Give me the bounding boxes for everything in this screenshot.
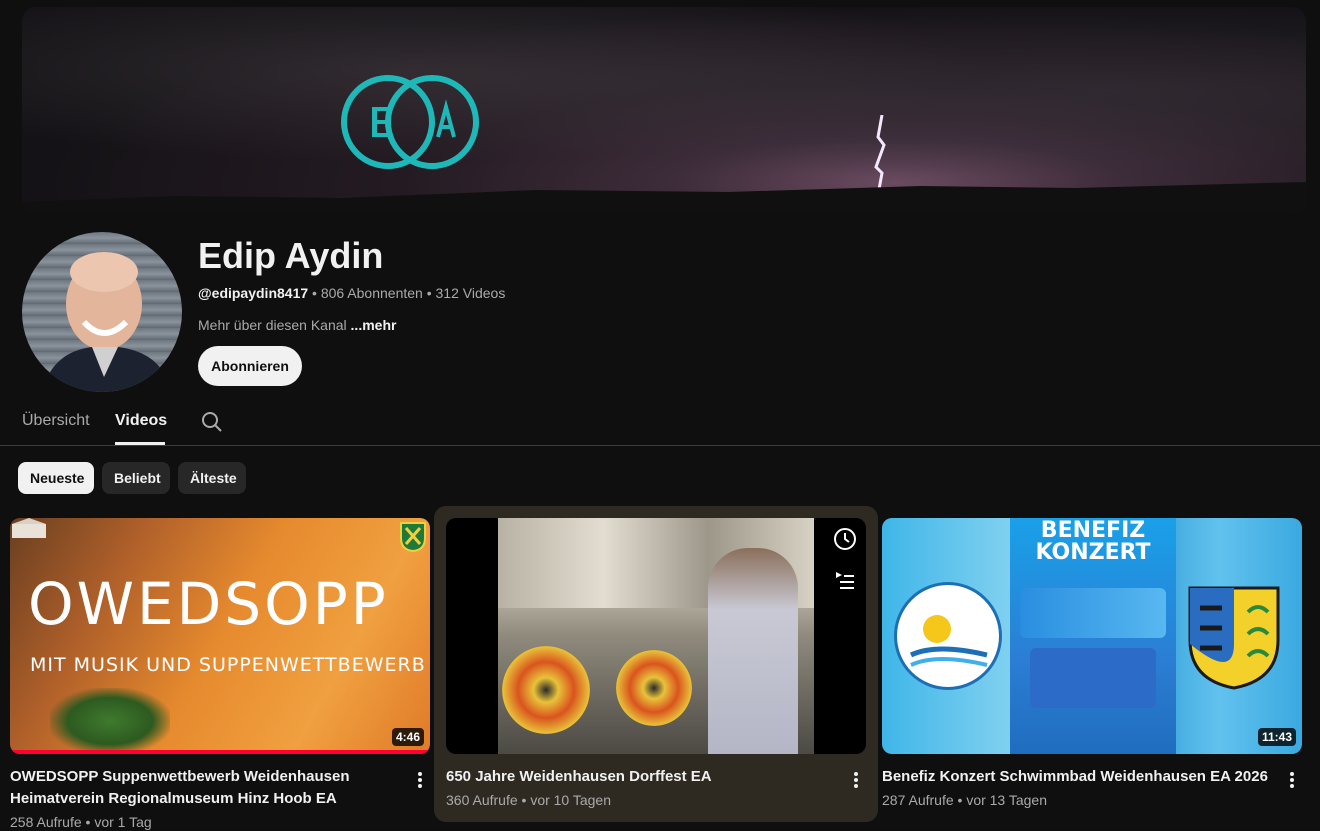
poster-pool — [1030, 648, 1156, 708]
chip-popular[interactable]: Beliebt — [102, 462, 170, 494]
channel-name: Edip Aydin — [198, 235, 384, 276]
subscribe-button[interactable]: Abonnieren — [198, 346, 302, 386]
meta-separator: • — [426, 285, 432, 301]
avatar-person-icon — [42, 252, 172, 392]
thumb-title-text: OWEDSOPP — [28, 570, 389, 638]
channel-avatar[interactable] — [22, 232, 182, 392]
video-title[interactable]: 650 Jahre Weidenhausen Dorffest EA — [446, 766, 836, 788]
channel-banner — [22, 7, 1306, 214]
chip-newest[interactable]: Neueste — [18, 462, 94, 494]
video-thumbnail[interactable]: BENEFIZ KONZERT 11:43 — [882, 518, 1302, 754]
video-stats: 258 Aufrufe • vor 1 Tag — [10, 814, 152, 830]
subscriber-count: 806 Abonnenten — [320, 285, 423, 301]
thumb-subtitle-text: MIT MUSIK UND SUPPENWETTBEWERB — [30, 654, 426, 676]
view-count: 258 Aufrufe — [10, 814, 82, 830]
crest-icon — [400, 522, 426, 552]
swim-club-logo — [894, 582, 1002, 690]
channel-meta: @edipaydin8417 • 806 Abonnenten • 312 Vi… — [198, 285, 505, 301]
video-stats: 287 Aufrufe • vor 13 Tagen — [882, 792, 1047, 808]
concert-poster: BENEFIZ KONZERT — [1010, 518, 1176, 754]
tab-videos[interactable]: Videos — [115, 412, 167, 430]
video-thumbnail[interactable] — [446, 518, 866, 754]
thumb-man — [708, 548, 798, 754]
about-more-link[interactable]: ...mehr — [351, 317, 397, 333]
upload-age: vor 13 Tagen — [966, 792, 1048, 808]
video-thumbnail[interactable]: OWEDSOPP MIT MUSIK UND SUPPENWETTBEWERB … — [10, 518, 430, 754]
chip-oldest[interactable]: Älteste — [178, 462, 246, 494]
more-options-icon[interactable] — [412, 770, 428, 790]
poster-title-line: BENEFIZ — [1040, 518, 1146, 543]
more-options-icon[interactable] — [848, 770, 864, 790]
stats-separator: • — [85, 814, 91, 830]
video-title-line: 650 Jahre Weidenhausen Dorffest EA — [446, 768, 712, 785]
poster-title-line: KONZERT — [1035, 540, 1151, 565]
channel-handle: @edipaydin8417 — [198, 285, 309, 301]
view-count: 360 Aufrufe — [446, 792, 518, 808]
channel-about[interactable]: Mehr über diesen Kanal ...mehr — [198, 317, 396, 333]
video-title[interactable]: OWEDSOPP Suppenwettbewerb Weidenhausen H… — [10, 766, 400, 810]
active-tab-indicator — [115, 442, 165, 445]
lightning-icon — [874, 115, 886, 195]
thumb-herbs — [50, 688, 170, 754]
video-title-line: Heimatverein Regionalmuseum Hinz Hoob EA — [10, 790, 337, 807]
channel-tabs: Übersicht Videos — [0, 400, 1320, 446]
stats-separator: • — [521, 792, 527, 808]
video-title[interactable]: Benefiz Konzert Schwimmbad Weidenhausen … — [882, 766, 1272, 788]
watch-later-icon[interactable] — [834, 528, 856, 550]
more-options-icon[interactable] — [1284, 770, 1300, 790]
about-text: Mehr über diesen Kanal — [198, 317, 347, 333]
watch-progress-bar — [10, 750, 430, 754]
tab-overview[interactable]: Übersicht — [22, 412, 90, 430]
upload-age: vor 1 Tag — [94, 814, 152, 830]
video-duration: 11:43 — [1257, 728, 1296, 746]
video-count: 312 Videos — [435, 285, 506, 301]
search-icon[interactable] — [200, 410, 224, 434]
video-stats: 360 Aufrufe • vor 10 Tagen — [446, 792, 611, 808]
add-to-queue-icon[interactable] — [836, 572, 854, 589]
thumb-wheel-right — [616, 650, 692, 726]
poster-band — [1020, 588, 1166, 638]
channel-logo-icon — [341, 75, 479, 169]
thumb-wheel-left — [502, 646, 590, 734]
museum-logo-icon — [12, 518, 46, 538]
video-title-line: OWEDSOPP Suppenwettbewerb Weidenhausen — [10, 768, 350, 785]
video-duration: 4:46 — [391, 728, 424, 746]
sun-icon — [909, 615, 988, 667]
hover-action-icons — [834, 528, 856, 589]
meta-separator: • — [312, 285, 317, 301]
poster-title: BENEFIZ KONZERT — [1010, 520, 1176, 564]
upload-age: vor 10 Tagen — [530, 792, 612, 808]
banner-clouds — [22, 7, 1306, 214]
town-crest-icon — [1188, 586, 1280, 690]
thumb-scene — [498, 518, 814, 754]
stats-separator: • — [957, 792, 963, 808]
view-count: 287 Aufrufe — [882, 792, 954, 808]
video-title-line: Benefiz Konzert Schwimmbad Weidenhausen … — [882, 768, 1268, 785]
